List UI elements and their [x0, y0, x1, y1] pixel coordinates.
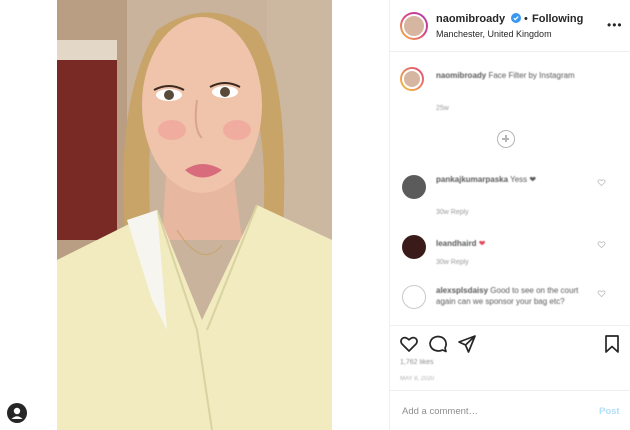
like-comment-heart-icon[interactable]	[597, 240, 606, 249]
comment-body: Yess ❤	[510, 175, 537, 184]
likes-count[interactable]: 1,762 likes	[400, 359, 433, 366]
add-comment-input[interactable]: Add a comment…	[402, 406, 478, 417]
post-date[interactable]: MAY 8, 2020	[400, 376, 434, 382]
comment-username[interactable]: alexsplsdaisy	[436, 286, 488, 295]
verified-badge-icon	[511, 13, 521, 23]
header-separator: •	[524, 13, 528, 25]
add-comment-bar: Add a comment… Post	[390, 390, 630, 430]
following-button[interactable]: Following	[532, 13, 583, 25]
comment-username[interactable]: leandhaird	[436, 239, 476, 248]
author-username[interactable]: naomibroady	[436, 13, 505, 25]
comment-body: ❤	[478, 239, 486, 248]
caption-avatar[interactable]	[400, 67, 424, 91]
comment-username[interactable]: pankajkumarpaska	[436, 175, 508, 184]
comment-text: pankajkumarpaska Yess ❤	[436, 174, 586, 185]
post-comment-button[interactable]: Post	[599, 406, 620, 417]
like-comment-heart-icon[interactable]	[597, 178, 606, 187]
author-avatar[interactable]	[400, 12, 428, 40]
comment-text: alexsplsdaisy Good to see on the court a…	[436, 285, 586, 307]
instagram-post-page: naomibroady • Following Manchester, Unit…	[0, 0, 630, 430]
caption-body: Face Filter by Instagram	[488, 71, 575, 80]
share-send-icon[interactable]	[457, 334, 477, 354]
comment-avatar[interactable]	[402, 235, 426, 259]
post-photo[interactable]	[57, 0, 332, 430]
profile-avatar-icon[interactable]	[7, 403, 27, 423]
caption-meta: 25w	[436, 105, 449, 112]
post-sidebar: naomibroady • Following Manchester, Unit…	[389, 0, 630, 430]
comment-avatar[interactable]	[402, 285, 426, 309]
post-header: naomibroady • Following Manchester, Unit…	[390, 0, 630, 52]
save-bookmark-icon[interactable]	[602, 334, 622, 354]
caption-text: naomibroady Face Filter by Instagram	[436, 70, 586, 81]
comment-text: leandhaird ❤	[436, 238, 586, 249]
post-actions: 1,762 likes MAY 8, 2020	[390, 325, 630, 387]
comments-list: naomibroady Face Filter by Instagram 25w…	[390, 53, 630, 325]
comment-meta: 30w Reply	[436, 209, 469, 216]
comment-meta: 30w Reply	[436, 259, 469, 266]
like-comment-heart-icon[interactable]	[597, 289, 606, 298]
comment-bubble-icon[interactable]	[428, 334, 448, 354]
like-heart-icon[interactable]	[399, 334, 419, 354]
caption-username[interactable]: naomibroady	[436, 71, 486, 80]
comment-avatar[interactable]	[402, 175, 426, 199]
post-location[interactable]: Manchester, United Kingdom	[436, 29, 552, 39]
load-more-comments-button[interactable]	[497, 130, 515, 148]
more-options-icon[interactable]: •••	[607, 18, 623, 32]
